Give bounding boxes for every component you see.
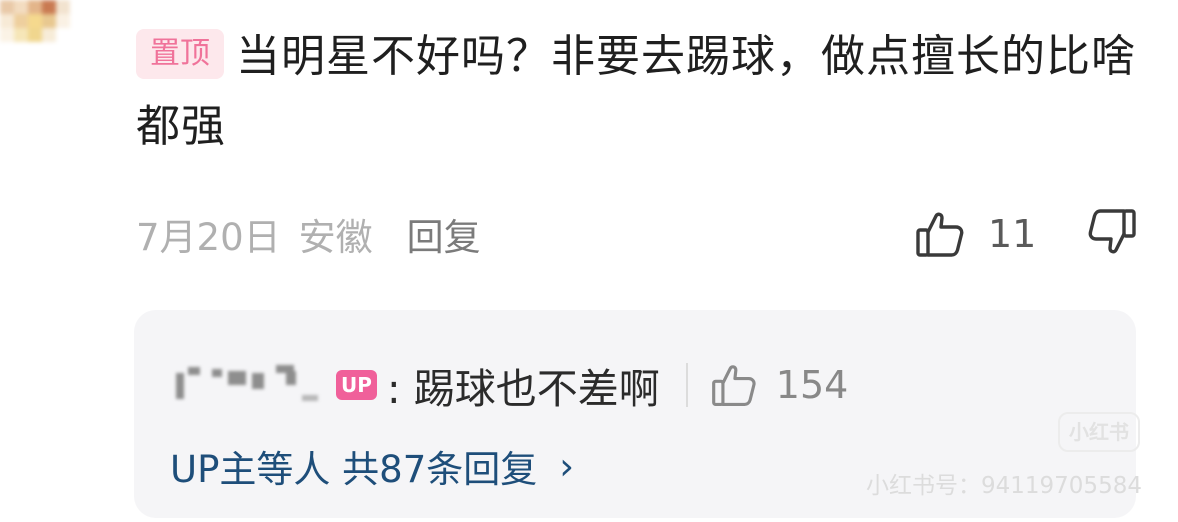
chevron-right-icon: › [559,444,575,488]
watermark-id: 小红书号：94119705584 [866,473,1142,499]
watermark-logo: 小红书 [1058,412,1140,452]
reply-text: : 踢球也不差啊 [386,365,660,413]
thumbs-down-icon [1088,209,1136,254]
reply-like-button[interactable]: 154 [710,361,849,409]
reply-like-count: 154 [775,363,849,407]
comment-body: 置顶 当明星不好吗？非要去踢球，做点擅长的比啥都强 [136,22,1136,162]
like-button[interactable]: 11 [914,206,1036,262]
comment-text: 当明星不好吗？非要去踢球，做点擅长的比啥都强 [136,31,1136,152]
like-count: 11 [988,212,1037,256]
thumbs-up-icon [711,365,756,406]
dislike-button[interactable] [1086,206,1142,262]
reply-author-name[interactable] [172,363,324,407]
comment-location: 安徽 [298,216,373,259]
reply-button[interactable]: 回复 [407,207,481,261]
top-reply[interactable]: UP : 踢球也不差啊 154 [172,352,848,418]
up-badge: UP [336,370,377,400]
comment-screen: 置顶当明星不好吗？非要去踢球，做点擅长的比啥都强 7月20日 安徽 回复 11 [0,0,1178,522]
avatar[interactable] [0,0,78,50]
comment-date: 7月20日 [136,216,281,259]
thumbs-up-icon [916,212,964,257]
more-replies-label: UP主等人 共87条回复 [170,448,538,491]
view-more-replies-link[interactable]: UP主等人 共87条回复 › [170,438,574,494]
pinned-badge: 置顶 [136,29,224,79]
divider [685,363,688,407]
comment-meta: 7月20日 安徽 回复 [136,206,481,262]
